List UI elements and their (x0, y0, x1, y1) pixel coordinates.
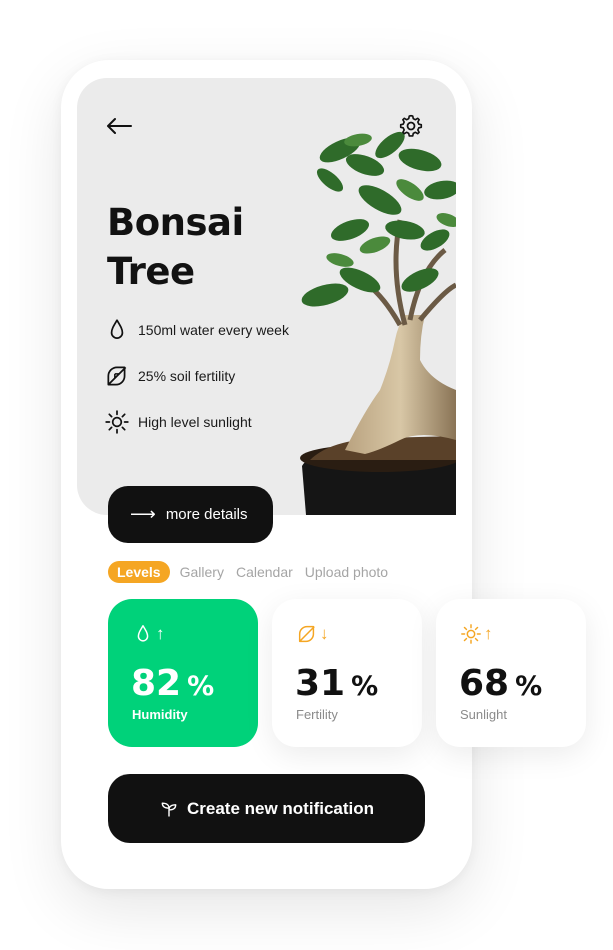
plant-title-line1: Bonsai (107, 201, 244, 244)
stat-sunlight-value: 68 (459, 663, 510, 704)
more-details-button[interactable]: ⟶ more details (108, 486, 273, 543)
arrow-right-icon: ⟶ (130, 504, 156, 524)
trend-up-icon: ↑ (156, 624, 165, 643)
stat-humidity-value-row: 82% (131, 662, 214, 709)
leaf-icon (298, 625, 315, 643)
feature-soil: 25% soil fertility (104, 362, 235, 390)
create-notification-button[interactable]: Create new notification (108, 774, 425, 843)
stat-fertility-label: Fertility (296, 707, 338, 722)
plant-title-line2: Tree (107, 250, 195, 293)
tab-upload-photo[interactable]: Upload photo (305, 561, 388, 583)
stat-humidity-value: 82 (131, 663, 182, 704)
stat-fertility-value: 31 (295, 663, 346, 704)
stat-sunlight-value-row: 68% (459, 662, 542, 709)
sun-icon (105, 410, 129, 434)
tab-calendar[interactable]: Calendar (236, 561, 293, 583)
sprout-icon (161, 801, 177, 816)
feature-sun: High level sunlight (104, 408, 252, 436)
stat-fertility-value-row: 31% (295, 662, 378, 709)
stat-sunlight-icon-group: ↑ (460, 621, 493, 647)
feature-sun-text: High level sunlight (138, 414, 252, 430)
stat-humidity-unit: % (187, 671, 215, 702)
stat-fertility-icon-group: ↓ (296, 621, 329, 647)
stat-fertility-unit: % (351, 671, 379, 702)
water-drop-icon (137, 625, 149, 642)
tab-levels[interactable]: Levels (108, 561, 170, 583)
stat-sunlight-unit: % (515, 671, 543, 702)
sun-icon (461, 624, 481, 644)
feature-water: 150ml water every week (104, 316, 289, 344)
gear-icon[interactable] (398, 113, 424, 139)
tab-gallery[interactable]: Gallery (180, 561, 224, 583)
stat-card-sunlight[interactable]: ↑ 68% Sunlight (436, 599, 586, 747)
stat-humidity-label: Humidity (132, 707, 188, 722)
stat-humidity-icon-group: ↑ (132, 621, 165, 647)
bonsai-plant-image (300, 131, 456, 515)
stat-sunlight-label: Sunlight (460, 707, 507, 722)
stat-card-humidity[interactable]: ↑ 82% Humidity (108, 599, 258, 747)
water-drop-icon (110, 319, 124, 339)
plant-title: Bonsai Tree (107, 198, 307, 296)
more-details-label: more details (165, 506, 248, 523)
leaf-icon (107, 366, 127, 386)
feature-water-text: 150ml water every week (138, 322, 289, 338)
trend-down-icon: ↓ (320, 624, 329, 643)
create-notification-label: Create new notification (186, 798, 375, 818)
feature-soil-text: 25% soil fertility (138, 368, 236, 384)
stat-card-fertility[interactable]: ↓ 31% Fertility (272, 599, 422, 747)
tab-bar: Levels Gallery Calendar Upload photo (108, 560, 400, 584)
back-arrow-icon[interactable] (104, 113, 134, 139)
trend-up-icon: ↑ (484, 624, 493, 643)
